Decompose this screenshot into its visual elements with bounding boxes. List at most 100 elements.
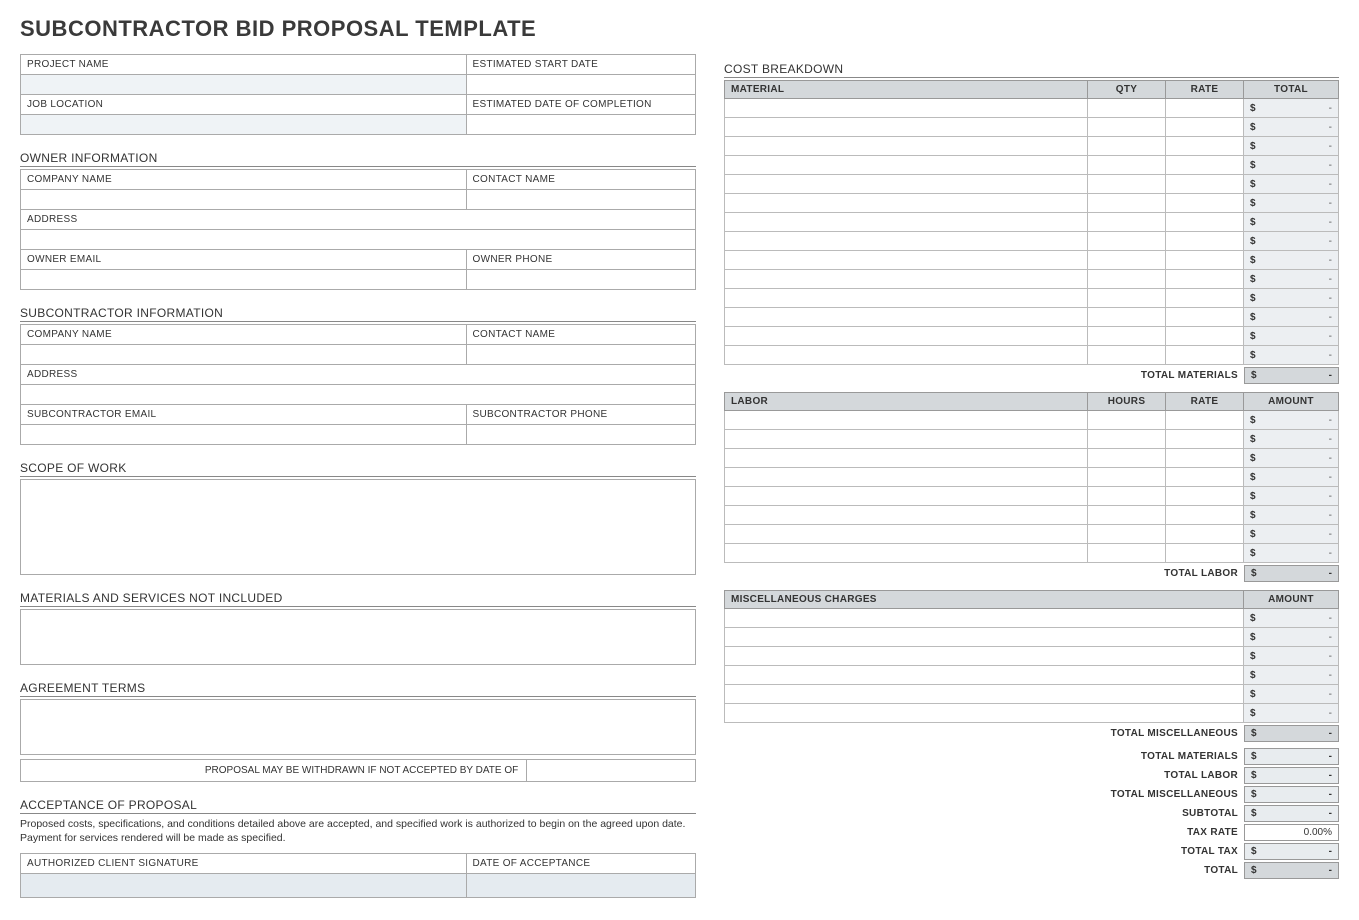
num-cell[interactable] [1166,544,1244,563]
desc-cell[interactable] [725,99,1088,118]
num-cell[interactable] [1166,194,1244,213]
num-cell[interactable] [1166,232,1244,251]
desc-cell[interactable] [725,628,1244,647]
num-cell[interactable] [1166,118,1244,137]
sub-email-input[interactable] [21,425,467,445]
desc-cell[interactable] [725,251,1088,270]
desc-cell[interactable] [725,118,1088,137]
withdraw-label: PROPOSAL MAY BE WITHDRAWN IF NOT ACCEPTE… [21,760,527,782]
desc-cell[interactable] [725,156,1088,175]
num-cell[interactable] [1166,156,1244,175]
num-cell[interactable] [1166,411,1244,430]
num-cell[interactable] [1088,525,1166,544]
num-cell[interactable] [1166,506,1244,525]
project-name-input[interactable] [21,75,467,95]
num-cell[interactable] [1088,118,1166,137]
desc-cell[interactable] [725,411,1088,430]
table-row: $- [725,289,1339,308]
num-cell[interactable] [1088,468,1166,487]
num-cell[interactable] [1088,327,1166,346]
num-cell[interactable] [1166,468,1244,487]
desc-cell[interactable] [725,685,1244,704]
num-cell[interactable] [1088,346,1166,365]
desc-cell[interactable] [725,544,1088,563]
desc-cell[interactable] [725,609,1244,628]
desc-cell[interactable] [725,487,1088,506]
desc-cell[interactable] [725,647,1244,666]
num-cell[interactable] [1166,137,1244,156]
desc-cell[interactable] [725,194,1088,213]
sub-company-input[interactable] [21,345,467,365]
num-cell[interactable] [1088,430,1166,449]
desc-cell[interactable] [725,289,1088,308]
num-cell[interactable] [1088,156,1166,175]
num-cell[interactable] [1166,175,1244,194]
desc-cell[interactable] [725,232,1088,251]
num-cell[interactable] [1166,525,1244,544]
desc-cell[interactable] [725,704,1244,723]
desc-cell[interactable] [725,327,1088,346]
date-accept-input[interactable] [466,874,696,898]
page-title: SUBCONTRACTOR BID PROPOSAL TEMPLATE [20,16,1339,42]
est-start-input[interactable] [466,75,696,95]
desc-cell[interactable] [725,506,1088,525]
num-cell[interactable] [1088,308,1166,327]
num-cell[interactable] [1088,506,1166,525]
desc-cell[interactable] [725,308,1088,327]
desc-cell[interactable] [725,468,1088,487]
num-cell[interactable] [1166,430,1244,449]
num-cell[interactable] [1166,270,1244,289]
num-cell[interactable] [1166,308,1244,327]
num-cell[interactable] [1088,411,1166,430]
desc-cell[interactable] [725,346,1088,365]
signature-input[interactable] [21,874,467,898]
job-location-input[interactable] [21,115,467,135]
desc-cell[interactable] [725,525,1088,544]
num-cell[interactable] [1166,213,1244,232]
grand-total-label: TOTAL [724,862,1244,879]
num-cell[interactable] [1088,99,1166,118]
desc-cell[interactable] [725,213,1088,232]
owner-phone-input[interactable] [466,270,696,290]
num-cell[interactable] [1088,449,1166,468]
num-cell[interactable] [1088,251,1166,270]
row-total-cell: $- [1244,308,1339,327]
num-cell[interactable] [1166,99,1244,118]
desc-cell[interactable] [725,175,1088,194]
num-cell[interactable] [1088,213,1166,232]
num-cell[interactable] [1088,289,1166,308]
num-cell[interactable] [1166,487,1244,506]
sub-phone-input[interactable] [466,425,696,445]
num-cell[interactable] [1088,194,1166,213]
sub-contact-input[interactable] [466,345,696,365]
owner-email-input[interactable] [21,270,467,290]
owner-address-input[interactable] [21,230,696,250]
num-cell[interactable] [1166,251,1244,270]
scope-input[interactable] [20,479,696,575]
owner-contact-input[interactable] [466,190,696,210]
num-cell[interactable] [1166,449,1244,468]
sub-address-input[interactable] [21,385,696,405]
desc-cell[interactable] [725,430,1088,449]
num-cell[interactable] [1088,544,1166,563]
owner-company-input[interactable] [21,190,467,210]
desc-cell[interactable] [725,137,1088,156]
num-cell[interactable] [1088,137,1166,156]
est-end-input[interactable] [466,115,696,135]
tax-rate-value[interactable]: 0.00% [1244,824,1339,841]
num-cell[interactable] [1088,232,1166,251]
desc-cell[interactable] [725,270,1088,289]
not-included-input[interactable] [20,609,696,665]
withdraw-date-input[interactable] [527,760,696,782]
agreement-input[interactable] [20,699,696,755]
desc-cell[interactable] [725,449,1088,468]
num-cell[interactable] [1088,487,1166,506]
num-cell[interactable] [1166,289,1244,308]
project-info-table: PROJECT NAME ESTIMATED START DATE JOB LO… [20,54,696,135]
num-cell[interactable] [1166,327,1244,346]
num-cell[interactable] [1088,270,1166,289]
num-cell[interactable] [1166,346,1244,365]
num-cell[interactable] [1088,175,1166,194]
table-row: $- [725,251,1339,270]
desc-cell[interactable] [725,666,1244,685]
